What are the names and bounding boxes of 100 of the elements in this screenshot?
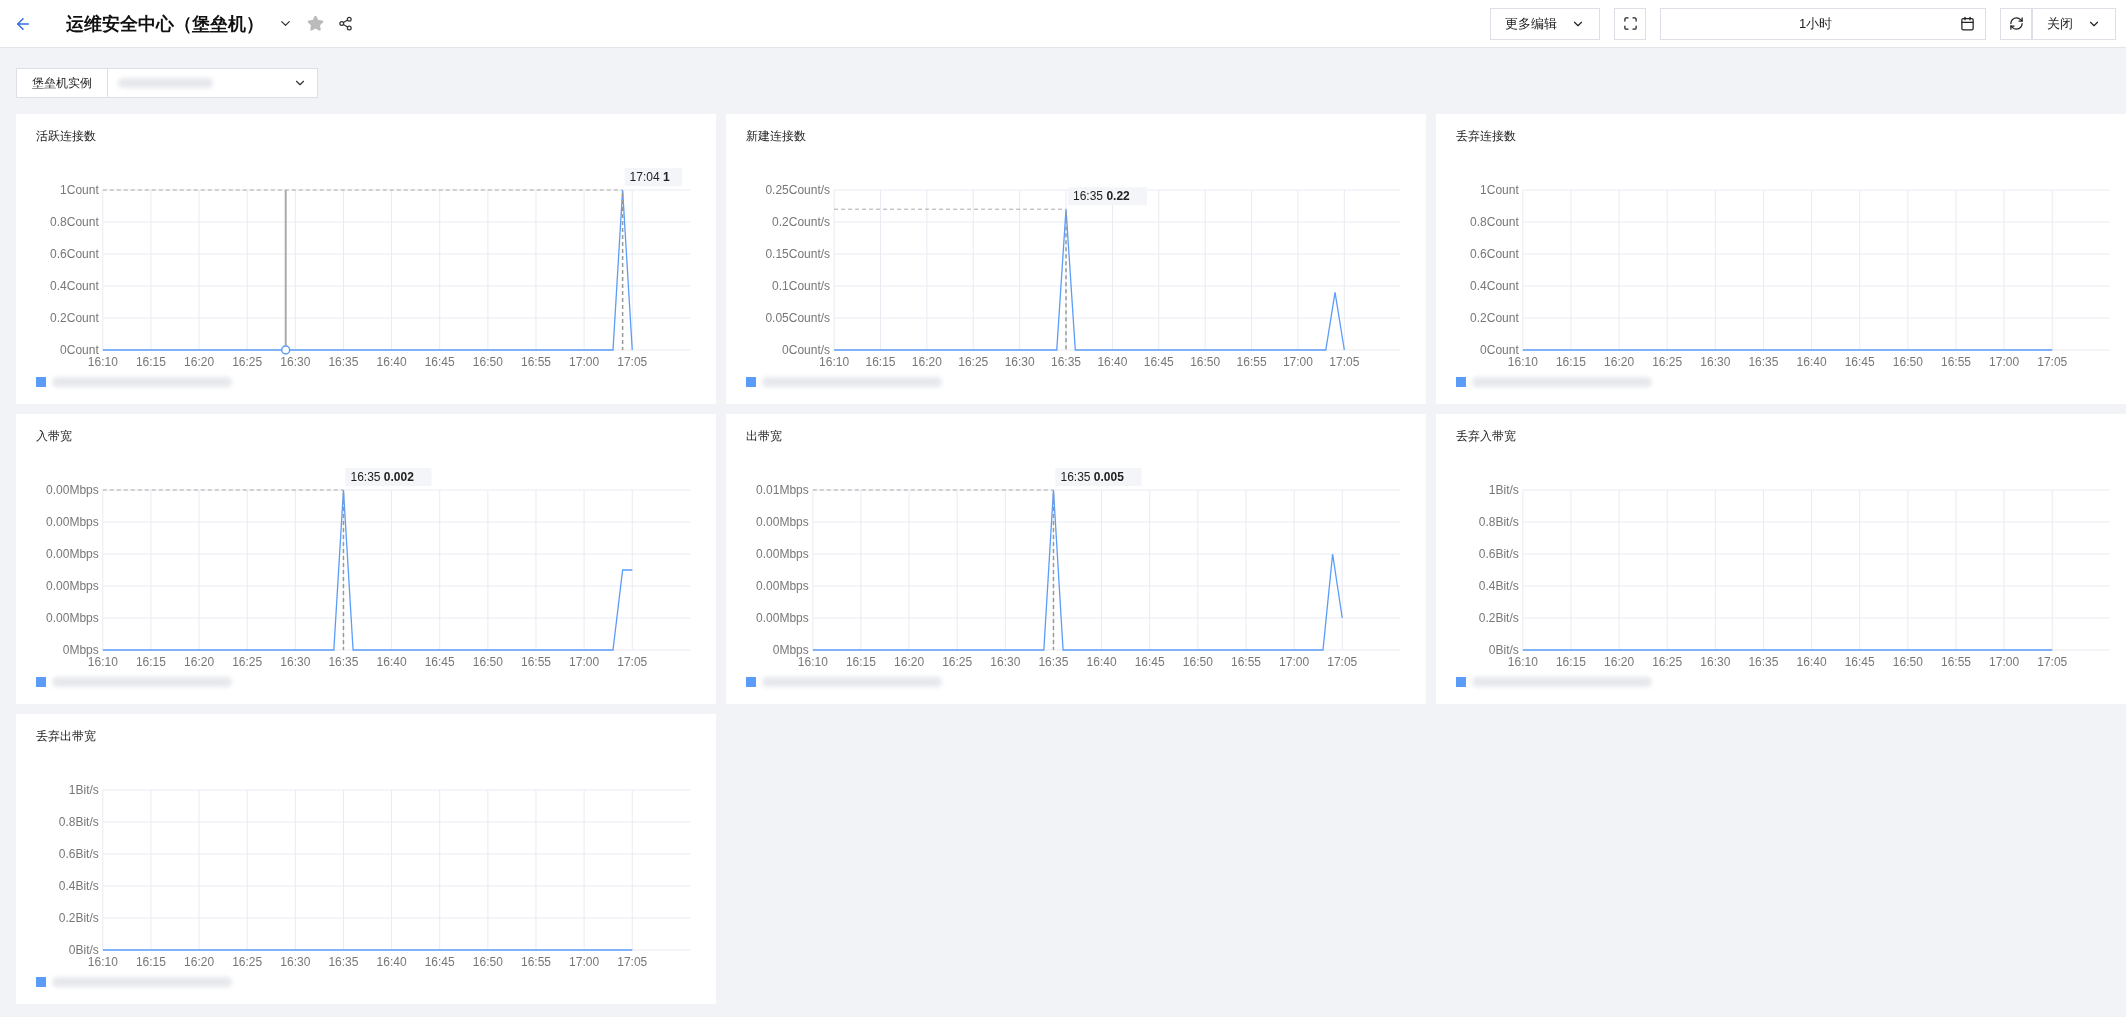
x-axis-label: 17:00 <box>1989 355 2020 369</box>
x-axis-label: 16:45 <box>424 355 455 369</box>
tooltip: 16:35 0.005 <box>1055 468 1142 486</box>
fullscreen-button[interactable] <box>1614 7 1646 40</box>
y-axis-label: 0.4Count <box>1470 279 1519 293</box>
x-axis-label: 16:30 <box>1700 355 1731 369</box>
x-axis-label: 16:35 <box>328 655 359 669</box>
dropdown-button[interactable]: 更多编辑 <box>1490 7 1600 40</box>
y-axis-label: 1Count <box>1480 183 1519 197</box>
x-axis-label: 17:05 <box>2037 355 2068 369</box>
y-axis-label: 0.1Count/s <box>772 279 831 293</box>
chart-title: 丢弃连接数 <box>1456 128 1516 145</box>
dropdown-button[interactable]: 关闭 <box>2032 7 2116 40</box>
share-button[interactable] <box>338 16 353 31</box>
x-axis-label: 16:55 <box>1940 655 1971 669</box>
time-range-field[interactable]: 1小时 <box>1660 7 1986 40</box>
x-axis-label: 16:45 <box>424 655 455 669</box>
y-axis-label: 0.00Mbps <box>756 611 809 625</box>
x-axis-label: 16:45 <box>1844 355 1875 369</box>
y-axis-label: 0.6Count <box>1470 247 1519 261</box>
x-axis-label: 16:45 <box>1134 655 1165 669</box>
x-axis-label: 16:15 <box>135 355 166 369</box>
y-axis-label: 0Bit/s <box>68 943 99 957</box>
fullscreen-icon <box>1622 16 1638 31</box>
x-axis-label: 16:25 <box>942 655 973 669</box>
x-axis-label: 16:15 <box>1555 355 1586 369</box>
x-axis-label: 16:15 <box>845 655 876 669</box>
y-axis-label: 0.00Mbps <box>46 611 99 625</box>
y-axis-label: 0.00Mbps <box>756 547 809 561</box>
x-axis-label: 16:15 <box>865 355 896 369</box>
y-axis-label: 0.2Bit/s <box>1478 611 1519 625</box>
x-axis-label: 16:40 <box>376 655 407 669</box>
x-axis-label: 17:05 <box>2037 655 2068 669</box>
y-axis-label: 0.4Bit/s <box>58 879 99 893</box>
x-axis-label: 17:00 <box>569 655 600 669</box>
x-axis-label: 16:25 <box>232 655 263 669</box>
x-axis-label: 16:25 <box>958 355 989 369</box>
y-axis-label: 0.00Mbps <box>46 515 99 529</box>
y-axis-label: 1Bit/s <box>1488 483 1519 497</box>
x-axis-label: 16:25 <box>232 355 263 369</box>
y-axis-label: 0.01Mbps <box>756 483 809 497</box>
y-axis-label: 0Mbps <box>772 643 809 657</box>
x-axis-label: 16:50 <box>1892 355 1923 369</box>
y-axis-label: 0.00Mbps <box>46 547 99 561</box>
x-axis-label: 16:10 <box>87 655 118 669</box>
x-axis-label: 16:40 <box>376 355 407 369</box>
refresh-icon <box>2008 16 2024 31</box>
x-axis-label: 16:30 <box>280 955 311 969</box>
y-axis-label: 0.00Mbps <box>46 483 99 497</box>
x-axis-label: 16:10 <box>1507 355 1538 369</box>
x-axis-label: 17:05 <box>1329 355 1360 369</box>
x-axis-label: 16:40 <box>1796 355 1827 369</box>
x-axis-label: 17:05 <box>617 355 648 369</box>
y-axis-label: 0Count <box>60 343 99 357</box>
chart-title: 丢弃出带宽 <box>36 728 96 745</box>
x-axis-label: 16:50 <box>472 955 503 969</box>
y-axis-label: 1Count <box>60 183 99 197</box>
x-axis-label: 16:50 <box>472 355 503 369</box>
y-axis-label: 0.25Count/s <box>765 183 831 197</box>
x-axis-label: 16:30 <box>280 355 311 369</box>
y-axis-label: 0.6Bit/s <box>1478 547 1519 561</box>
x-axis-label: 16:55 <box>520 355 551 369</box>
x-axis-label: 16:55 <box>520 655 551 669</box>
refresh-button[interactable] <box>2000 7 2032 40</box>
x-axis-label: 16:55 <box>520 955 551 969</box>
y-axis-label: 0.8Count <box>1470 215 1519 229</box>
x-axis-label: 16:10 <box>87 355 118 369</box>
y-axis-label: 0.8Count <box>50 215 99 229</box>
x-axis-label: 16:35 <box>1038 655 1069 669</box>
x-axis-label: 16:10 <box>87 955 118 969</box>
y-axis-label: 1Bit/s <box>68 783 99 797</box>
chart-title: 活跃连接数 <box>36 128 96 145</box>
x-axis-label: 16:55 <box>1230 655 1261 669</box>
x-axis-label: 16:45 <box>424 955 455 969</box>
y-axis-label: 0.05Count/s <box>765 311 831 325</box>
x-axis-label: 16:30 <box>1004 355 1035 369</box>
y-axis-label: 0.00Mbps <box>756 579 809 593</box>
y-axis-label: 0.8Bit/s <box>58 815 99 829</box>
y-axis-label: 0.2Bit/s <box>58 911 99 925</box>
x-axis-label: 17:05 <box>1327 655 1358 669</box>
x-axis-label: 16:20 <box>894 655 925 669</box>
tooltip: 17:04 1 <box>624 168 682 186</box>
x-axis-label: 17:00 <box>569 355 600 369</box>
tooltip: 16:35 0.002 <box>345 468 432 486</box>
chart-title: 新建连接数 <box>746 128 806 145</box>
x-axis-label: 16:55 <box>1236 355 1267 369</box>
x-axis-label: 16:15 <box>1555 655 1586 669</box>
x-axis-label: 16:20 <box>1604 655 1635 669</box>
y-axis-label: 0.8Bit/s <box>1478 515 1519 529</box>
y-axis-label: 0.6Count <box>50 247 99 261</box>
x-axis-label: 16:40 <box>1097 355 1128 369</box>
y-axis-label: 0Count/s <box>782 343 831 357</box>
x-axis-label: 16:10 <box>1507 655 1538 669</box>
y-axis-label: 0.15Count/s <box>765 247 831 261</box>
x-axis-label: 16:25 <box>1652 355 1683 369</box>
y-axis-label: 0.00Mbps <box>756 515 809 529</box>
x-axis-label: 16:20 <box>184 955 215 969</box>
x-axis-label: 16:35 <box>1051 355 1082 369</box>
x-axis-label: 17:05 <box>617 655 648 669</box>
x-axis-label: 17:00 <box>569 955 600 969</box>
